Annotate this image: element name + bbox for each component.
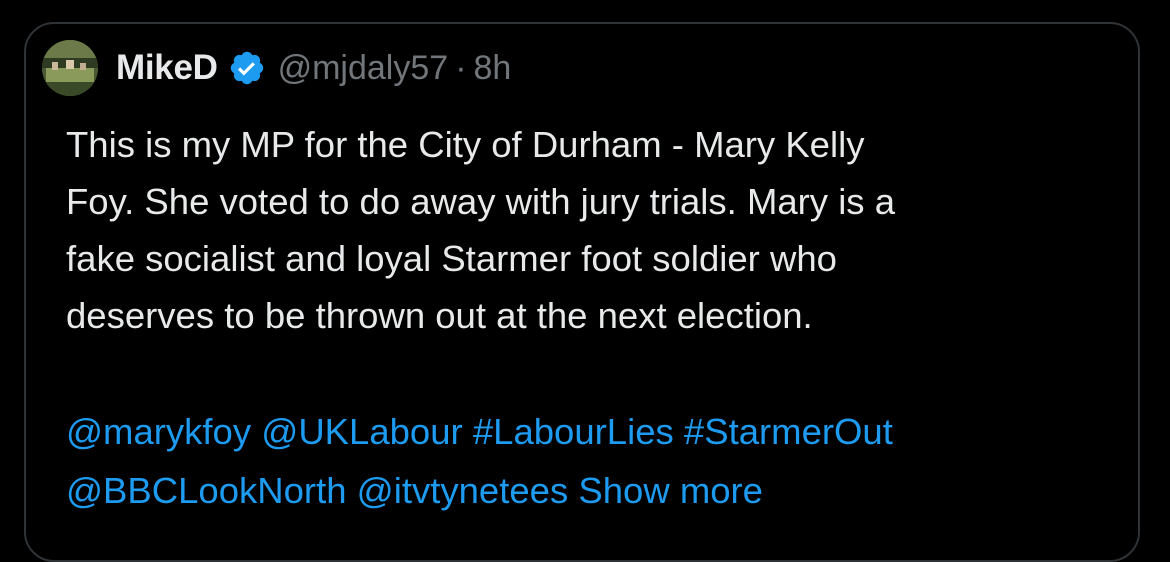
author-handle[interactable]: @mjdaly57 [278,49,449,88]
mention-marykfoy[interactable]: @marykfoy [66,411,251,452]
avatar[interactable] [42,40,98,96]
avatar-image [42,40,98,96]
post-text: This is my MP for the City of Durham - M… [66,116,1116,344]
post-header: MikeD @mjdaly57 · 8h [42,40,511,96]
mention-uklabour[interactable]: @UKLabour [261,411,462,452]
post-links: @marykfoy @UKLabour #LabourLies #Starmer… [66,402,1126,520]
mention-itvtynetees[interactable]: @itvtynetees [357,470,569,511]
links-line: @marykfoy @UKLabour #LabourLies #Starmer… [66,402,1126,461]
post-text-line: This is my MP for the City of Durham - M… [66,124,865,165]
links-line: @BBCLookNorth @itvtynetees Show more [66,461,1126,520]
post-timestamp[interactable]: 8h [474,49,512,88]
verified-badge-icon [228,49,266,87]
post-text-line: Foy. She voted to do away with jury tria… [66,181,896,222]
mention-bbclooknorth[interactable]: @BBCLookNorth [66,470,347,511]
separator-dot: · [455,48,467,87]
hashtag-starmerout[interactable]: #StarmerOut [684,411,893,452]
post-text-line: fake socialist and loyal Starmer foot so… [66,238,837,279]
post-text-line: deserves to be thrown out at the next el… [66,295,813,336]
author-name[interactable]: MikeD [116,48,218,88]
hashtag-labourlies[interactable]: #LabourLies [473,411,674,452]
show-more-link[interactable]: Show more [578,470,763,511]
